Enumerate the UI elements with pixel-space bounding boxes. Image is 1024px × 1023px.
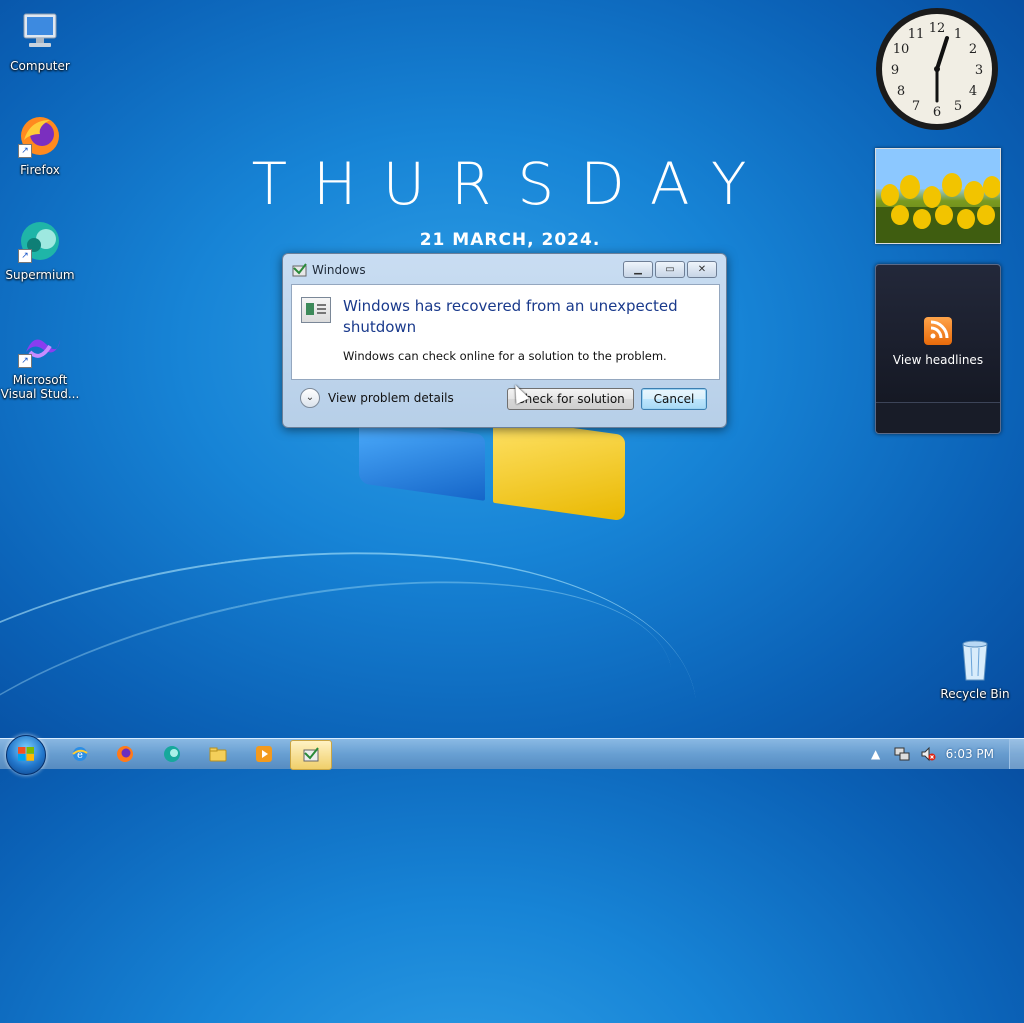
taskbar-item-file-explorer[interactable] bbox=[198, 740, 238, 768]
clock-number: 2 bbox=[969, 42, 977, 57]
clock-gadget[interactable]: 12 1 2 3 4 5 6 7 8 9 10 11 bbox=[874, 6, 1000, 132]
feed-headlines-gadget[interactable]: View headlines bbox=[875, 264, 1001, 434]
slideshow-gadget[interactable] bbox=[875, 148, 1001, 244]
close-icon: ✕ bbox=[697, 264, 707, 275]
dialog-titlebar[interactable]: Windows ▁ ▭ ✕ bbox=[283, 254, 726, 284]
taskbar-item-media-player[interactable] bbox=[244, 740, 284, 768]
show-hidden-icons-button[interactable]: ▲ bbox=[868, 746, 884, 762]
taskbar-clock[interactable]: 6:03 PM bbox=[946, 747, 994, 761]
taskbar-item-firefox[interactable] bbox=[105, 740, 145, 768]
visual-studio-icon: ↗ bbox=[16, 322, 64, 370]
desktop-icon-supermium[interactable]: ↗ Supermium bbox=[0, 217, 80, 282]
desktop-icon-label: Supermium bbox=[5, 268, 75, 282]
desktop-icon-recycle-bin[interactable]: Recycle Bin bbox=[935, 636, 1015, 701]
desktop-icon-label: Firefox bbox=[20, 163, 60, 177]
minimize-button[interactable]: ▁ bbox=[623, 261, 653, 278]
view-problem-details-toggle[interactable]: ⌄ View problem details bbox=[300, 388, 454, 408]
desktop-icon-label: Microsoft Visual Stud... bbox=[0, 373, 80, 401]
maximize-button[interactable]: ▭ bbox=[655, 261, 685, 278]
firefox-icon bbox=[117, 746, 133, 762]
desktop-icon-firefox[interactable]: ↗ Firefox bbox=[0, 112, 80, 177]
clock-number: 12 bbox=[929, 21, 946, 36]
recycle-bin-icon bbox=[951, 636, 999, 684]
dialog-heading: Windows has recovered from an unexpected… bbox=[343, 297, 678, 336]
day-title: THURSDAY bbox=[251, 150, 773, 218]
taskbar-item-internet-explorer[interactable]: e bbox=[60, 740, 100, 768]
clock-number: 8 bbox=[897, 84, 905, 99]
clock-number: 11 bbox=[908, 27, 925, 42]
shortcut-arrow-icon: ↗ bbox=[18, 249, 32, 263]
computer-icon bbox=[16, 8, 64, 56]
dialog-message: Windows can check online for a solution … bbox=[343, 349, 667, 363]
windows-error-reporting-icon bbox=[292, 262, 308, 277]
windows-error-reporting-icon bbox=[303, 747, 319, 762]
tulips-photo bbox=[876, 149, 1000, 243]
dialog-footer: ⌄ View problem details Check for solutio… bbox=[291, 379, 718, 419]
taskbar: e ▲ 6:03 PM bbox=[0, 735, 1024, 775]
date-text: 21 MARCH, 2024. bbox=[419, 230, 601, 250]
view-headlines-link[interactable]: View headlines bbox=[876, 353, 1000, 367]
clock-number: 6 bbox=[933, 105, 941, 120]
internet-explorer-icon: e bbox=[72, 747, 88, 761]
desktop-icon-label: Recycle Bin bbox=[940, 687, 1010, 701]
shortcut-arrow-icon: ↗ bbox=[18, 144, 32, 158]
taskbar-item-supermium[interactable] bbox=[152, 740, 192, 768]
media-player-icon bbox=[256, 746, 272, 762]
minimize-icon: ▁ bbox=[634, 264, 642, 275]
clock-number: 1 bbox=[954, 27, 962, 42]
clock-number: 3 bbox=[975, 63, 983, 78]
cancel-button[interactable]: Cancel bbox=[641, 388, 707, 410]
dialog-content: Windows has recovered from an unexpected… bbox=[291, 284, 720, 380]
volume-muted-icon[interactable] bbox=[920, 746, 936, 762]
close-button[interactable]: ✕ bbox=[687, 261, 717, 278]
maximize-icon: ▭ bbox=[665, 264, 675, 275]
desktop-icon-computer[interactable]: Computer bbox=[0, 8, 80, 73]
network-icon[interactable] bbox=[894, 746, 910, 762]
clock-number: 7 bbox=[912, 99, 920, 114]
show-desktop-button[interactable] bbox=[1009, 739, 1024, 769]
clock-number: 4 bbox=[969, 84, 977, 99]
recovery-dialog: Windows ▁ ▭ ✕ Windows has recovered from… bbox=[282, 253, 727, 428]
desktop-icon-visual-studio[interactable]: ↗ Microsoft Visual Stud... bbox=[0, 322, 80, 401]
chevron-down-icon: ⌄ bbox=[300, 388, 320, 408]
svg-text:e: e bbox=[77, 750, 83, 761]
clock-face: 12 1 2 3 4 5 6 7 8 9 10 11 bbox=[876, 8, 998, 130]
problem-report-icon bbox=[301, 297, 331, 323]
dialog-title: Windows bbox=[312, 263, 366, 277]
rss-icon bbox=[924, 317, 952, 345]
desktop-icon-label: Computer bbox=[10, 59, 70, 73]
notification-area: ▲ 6:03 PM bbox=[868, 739, 1024, 769]
start-button[interactable] bbox=[6, 735, 46, 775]
supermium-icon: ↗ bbox=[16, 217, 64, 265]
firefox-icon: ↗ bbox=[16, 112, 64, 160]
windows-wallpaper-logo bbox=[355, 416, 635, 538]
taskbar-item-windows-error-reporting[interactable] bbox=[290, 740, 332, 770]
clock-number: 9 bbox=[891, 63, 899, 78]
file-explorer-icon bbox=[209, 747, 227, 762]
supermium-icon bbox=[164, 746, 180, 762]
clock-number: 10 bbox=[893, 42, 910, 57]
details-label: View problem details bbox=[328, 391, 454, 405]
clock-number: 5 bbox=[954, 99, 962, 114]
shortcut-arrow-icon: ↗ bbox=[18, 354, 32, 368]
feed-footer bbox=[876, 402, 1000, 433]
